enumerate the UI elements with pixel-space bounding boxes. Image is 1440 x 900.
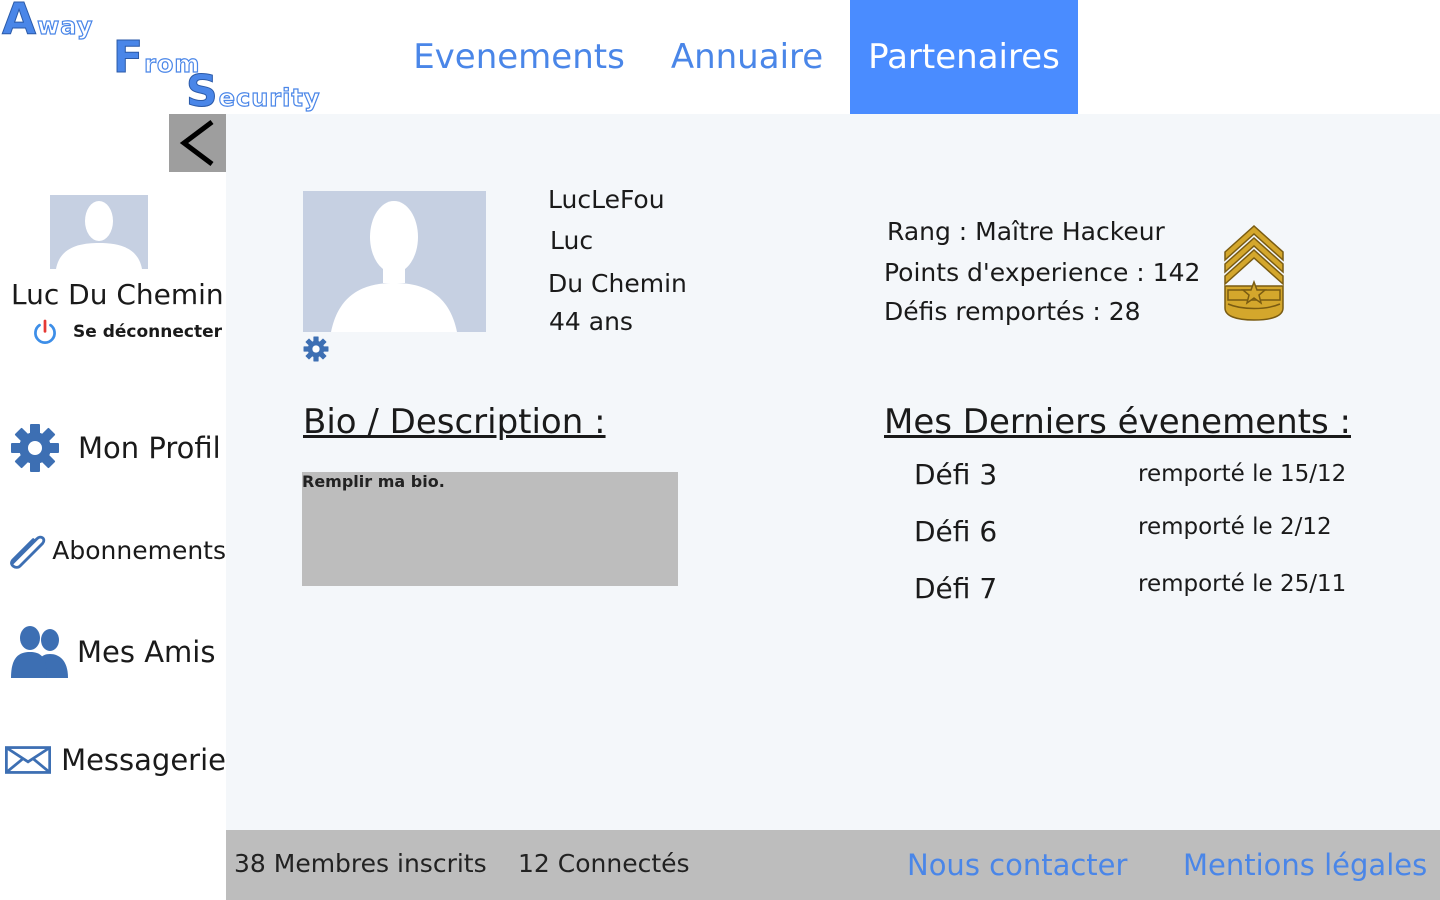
logout-button[interactable]: Se déconnecter xyxy=(32,313,222,351)
events-heading: Mes Derniers évenements : xyxy=(884,402,1351,442)
nav-annuaire[interactable]: Annuaire xyxy=(650,0,844,114)
collapse-sidebar-button[interactable] xyxy=(169,114,226,172)
profile-username: LucLeFou xyxy=(548,185,665,214)
profile-age: 44 ans xyxy=(549,307,633,336)
event-name: Défi 3 xyxy=(914,458,998,491)
sidebar-item-abonnements[interactable]: Abonnements xyxy=(0,524,226,576)
profile-first-name: Luc xyxy=(550,226,594,255)
rank-insignia-icon xyxy=(1224,224,1284,321)
event-status: remporté le 2/12 xyxy=(1138,514,1332,540)
bio-heading: Bio / Description : xyxy=(303,402,606,442)
profile-photo[interactable] xyxy=(303,191,486,332)
site-logo[interactable]: Away From Security xyxy=(0,0,400,118)
event-row[interactable]: Défi 6 remporté le 2/12 xyxy=(914,513,1354,553)
logo-word-security: Security xyxy=(186,66,321,118)
paperclip-icon xyxy=(10,535,46,569)
profile-xp: Points d'experience : 142 xyxy=(884,258,1201,287)
event-status: remporté le 25/11 xyxy=(1138,571,1347,597)
sidebar-item-mes-amis[interactable]: Mes Amis xyxy=(0,624,226,680)
user-silhouette-icon xyxy=(56,201,142,269)
logo-word-away: Away xyxy=(1,0,94,46)
contact-link[interactable]: Nous contacter xyxy=(907,848,1127,882)
event-status: remporté le 15/12 xyxy=(1138,461,1347,487)
bio-textarea[interactable]: Remplir ma bio. xyxy=(302,472,678,586)
envelope-icon xyxy=(5,746,52,774)
bio-placeholder: Remplir ma bio. xyxy=(302,472,445,491)
sidebar-item-label: Mon Profil xyxy=(78,431,221,465)
footer-bar: 38 Membres inscrits 12 Connectés Nous co… xyxy=(226,830,1440,900)
sidebar-item-messagerie[interactable]: Messagerie xyxy=(0,736,226,784)
legal-link[interactable]: Mentions légales xyxy=(1183,848,1427,882)
sidebar-avatar[interactable] xyxy=(50,195,148,269)
nav-evenements[interactable]: Evenements xyxy=(410,0,628,114)
gear-icon xyxy=(303,336,329,362)
chevron-left-icon xyxy=(179,120,213,166)
user-silhouette-icon xyxy=(331,201,457,332)
sidebar-item-label: Messagerie xyxy=(61,743,226,777)
connected-count: 12 Connectés xyxy=(518,849,690,878)
gear-icon xyxy=(11,424,59,472)
profile-rank: Rang : Maître Hackeur xyxy=(887,217,1165,246)
edit-photo-button[interactable] xyxy=(303,336,329,362)
profile-last-name: Du Chemin xyxy=(548,269,687,298)
profile-challenges: Défis remportés : 28 xyxy=(884,297,1141,326)
sidebar-item-label: Mes Amis xyxy=(77,635,216,669)
power-icon xyxy=(34,319,56,344)
event-row[interactable]: Défi 7 remporté le 25/11 xyxy=(914,570,1354,610)
rank-badge xyxy=(1222,224,1286,322)
users-icon xyxy=(11,626,68,678)
members-count: 38 Membres inscrits xyxy=(234,849,487,878)
logout-label: Se déconnecter xyxy=(73,322,222,342)
event-row[interactable]: Défi 3 remporté le 15/12 xyxy=(914,456,1354,496)
sidebar-item-mon-profil[interactable]: Mon Profil xyxy=(0,420,226,476)
event-name: Défi 7 xyxy=(914,572,998,605)
sidebar-user-name: Luc Du Chemin xyxy=(11,278,224,311)
event-name: Défi 6 xyxy=(914,515,998,548)
nav-partenaires[interactable]: Partenaires xyxy=(850,0,1078,114)
sidebar-item-label: Abonnements xyxy=(52,535,226,565)
